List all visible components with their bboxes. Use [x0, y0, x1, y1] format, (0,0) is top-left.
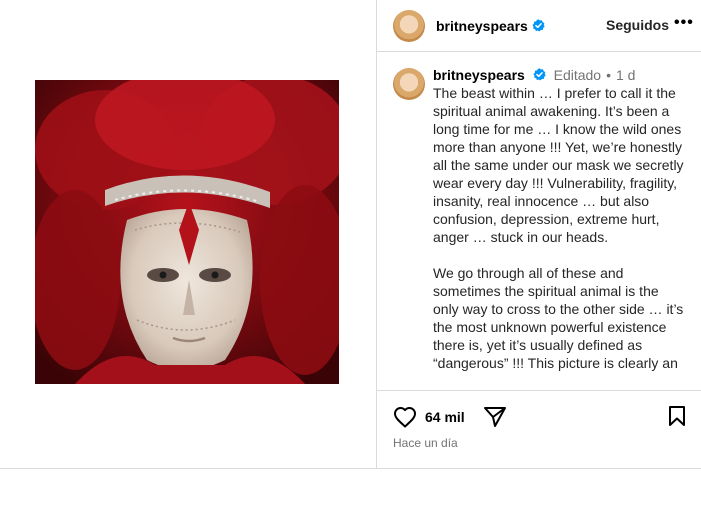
post-container: britneyspears Seguidos ••• britneyspears… — [0, 0, 701, 469]
caption-time[interactable]: 1 d — [616, 67, 635, 83]
posted-time-ago[interactable]: Hace un día — [393, 436, 458, 450]
likes-count[interactable]: 64 mil — [425, 409, 465, 425]
post-header: britneyspears Seguidos ••• — [377, 0, 701, 52]
post-media-area — [0, 0, 377, 468]
author-avatar[interactable] — [393, 9, 425, 42]
bookmark-icon[interactable] — [667, 405, 687, 427]
verified-badge-icon — [533, 68, 546, 81]
post-sidebar: britneyspears Seguidos ••• britneyspears… — [377, 0, 701, 468]
share-icon[interactable] — [483, 406, 507, 428]
masked-face-image — [35, 80, 339, 384]
caption-body: britneyspears Editado • 1 d The beast with… — [433, 66, 685, 372]
edited-label: Editado — [553, 67, 602, 83]
caption-author-username[interactable]: britneyspears — [433, 67, 525, 83]
caption-author-avatar[interactable] — [393, 68, 425, 100]
caption-paragraph-2: We go through all of these and sometimes… — [433, 265, 688, 371]
post-photo[interactable] — [35, 80, 339, 384]
heart-icon[interactable] — [393, 406, 417, 428]
following-button[interactable]: Seguidos — [606, 17, 669, 33]
more-options-button[interactable]: ••• — [674, 14, 694, 32]
caption-row: britneyspears Editado • 1 d The beast with… — [377, 56, 701, 372]
meta-separator: • — [606, 67, 611, 83]
author-username[interactable]: britneyspears — [436, 18, 528, 34]
caption-paragraph-1: The beast within … I prefer to call it t… — [433, 85, 688, 245]
post-actions: 64 mil — [393, 402, 693, 432]
verified-badge-icon — [532, 19, 545, 32]
caption-scroll-area[interactable]: britneyspears Editado • 1 d The beast with… — [377, 56, 701, 391]
